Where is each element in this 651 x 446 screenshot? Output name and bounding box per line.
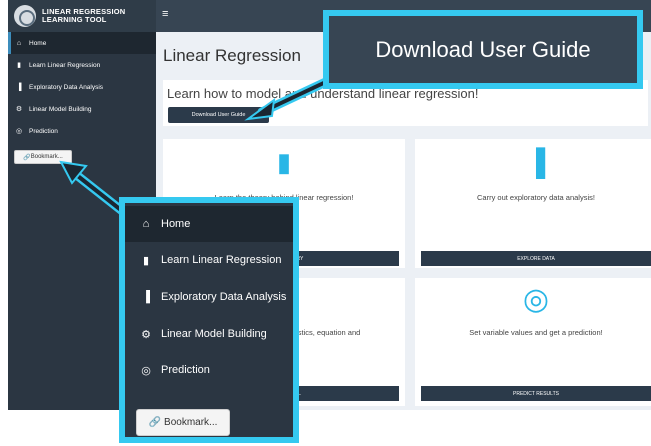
- arrow-to-sidebar: [59, 160, 131, 219]
- callout-sidebar: ⌂ Home ▮ Learn Linear Regression ▐ Explo…: [119, 197, 299, 443]
- callout-sidebar-item-home[interactable]: ⌂ Home: [125, 206, 293, 242]
- bookmark-label: Bookmark...: [164, 417, 218, 428]
- book-icon: ▮: [142, 254, 150, 267]
- annotated-screenshot: LINEAR REGRESSION LEARNING TOOL ≡ ⌂ Home…: [0, 0, 651, 446]
- sidebar-item-label: Prediction: [161, 364, 210, 376]
- callout-sidebar-item-linear-model-building[interactable]: ⚙ Linear Model Building: [125, 316, 293, 352]
- arrow-to-download-button: [244, 75, 335, 121]
- link-icon: 🔗: [148, 417, 162, 428]
- sidebar-item-label: Home: [161, 218, 191, 230]
- bullseye-icon: ◎: [141, 364, 151, 377]
- cogs-icon: ⚙: [141, 328, 151, 341]
- bar-chart-icon: ▐: [142, 291, 150, 303]
- callout-sidebar-item-learn-linear-regression[interactable]: ▮ Learn Linear Regression: [125, 242, 293, 278]
- sidebar-item-label: Learn Linear Regression: [161, 254, 282, 266]
- home-icon: ⌂: [142, 218, 150, 230]
- callout-download-user-guide: Download User Guide: [323, 10, 643, 89]
- callout-sidebar-item-prediction[interactable]: ◎ Prediction: [125, 352, 293, 388]
- callout-download-label: Download User Guide: [375, 36, 591, 62]
- sidebar-item-label: Linear Model Building: [161, 328, 267, 340]
- callout-bookmark-button[interactable]: 🔗 Bookmark...: [136, 409, 230, 436]
- sidebar-item-label: Exploratory Data Analysis: [161, 291, 287, 303]
- callout-sidebar-item-exploratory-data-analysis[interactable]: ▐ Exploratory Data Analysis: [125, 279, 293, 315]
